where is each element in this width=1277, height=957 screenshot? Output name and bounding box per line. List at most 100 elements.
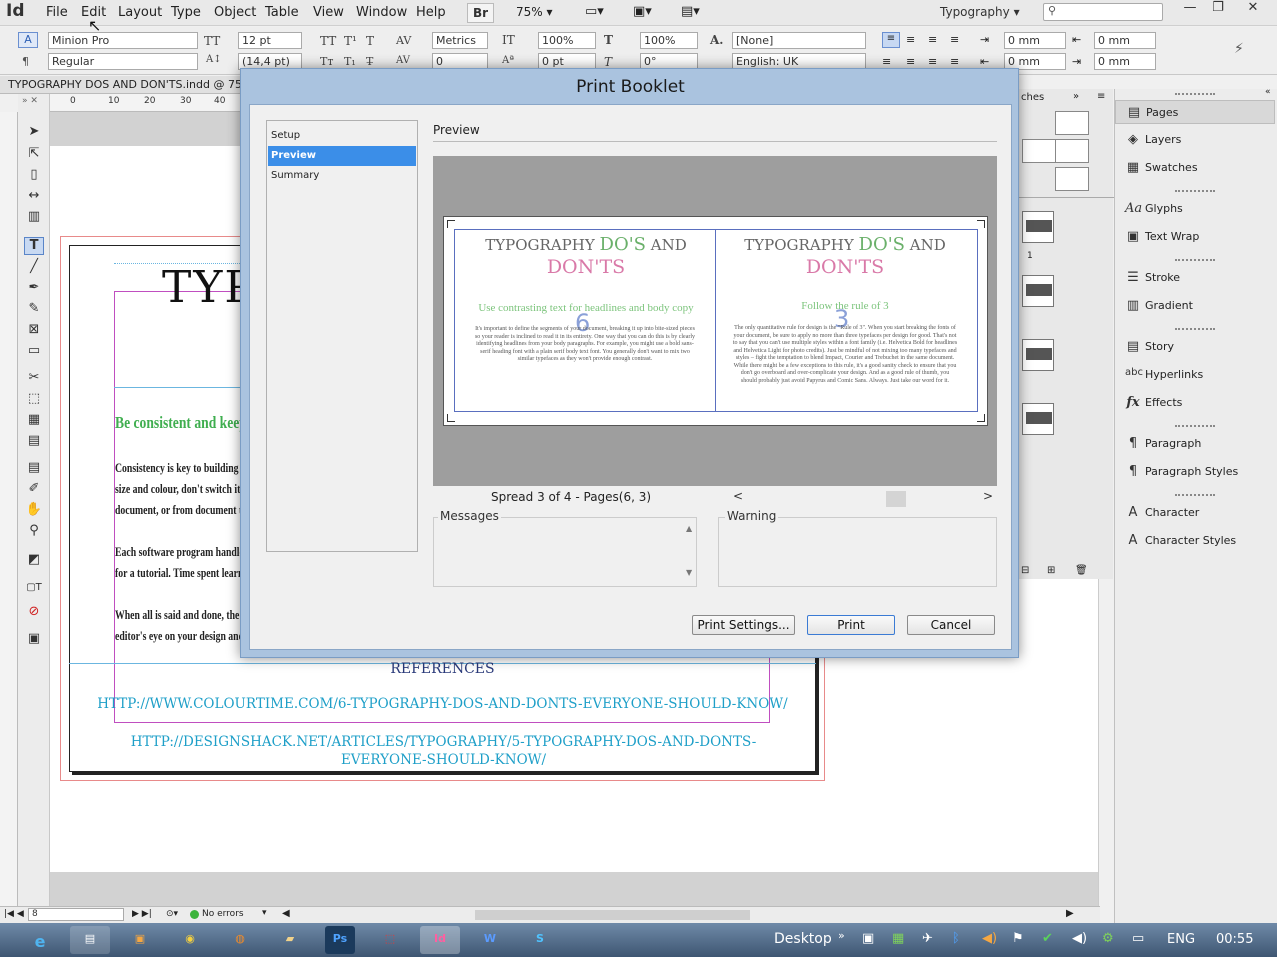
horizontal-scale-field[interactable]: 100% [640,32,698,49]
preflight-icon[interactable]: ⊙▾ [166,909,178,919]
nav-item-setup[interactable]: Setup [268,126,416,146]
panel-collapse-icon[interactable]: » [1073,91,1079,102]
acrobat-icon[interactable]: ⬚ [370,926,410,954]
panel-item-paragraph-styles[interactable]: ¶ Paragraph Styles [1115,460,1277,484]
panel-item-gradient[interactable]: ▥ Gradient [1115,294,1277,318]
print-settings-button[interactable]: Print Settings... [692,615,795,635]
scissors-tool-icon[interactable]: ✂ [24,370,44,388]
panel-item-character[interactable]: A Character [1115,501,1277,525]
panel-item-stroke[interactable]: ☰ Stroke [1115,266,1277,290]
superscript-icon[interactable]: T¹ [344,34,357,48]
panel-item-swatches[interactable]: ▦ Swatches [1115,156,1277,180]
panel-grip[interactable] [1175,494,1215,498]
rectangle-frame-tool-icon[interactable]: ⊠ [24,322,44,340]
scroll-down-icon[interactable]: ▼ [686,568,692,577]
page-thumbnail[interactable] [1022,275,1054,307]
arrange-documents-icon[interactable]: ▤▾ [681,4,700,19]
reference-link[interactable]: HTTP://WWW.COLOURTIME.COM/6-TYPOGRAPHY-D… [69,696,816,712]
panel-menu-icon[interactable]: ≡ [1097,91,1105,102]
align-center-icon[interactable]: ≡ [906,33,915,46]
all-caps-icon[interactable]: TT [320,34,336,48]
media-player-icon[interactable]: ▣ [120,926,160,954]
right-indent-field[interactable]: 0 mm [1094,32,1156,49]
font-size-field[interactable]: 12 pt [238,32,302,49]
type-tool-icon[interactable]: T [24,237,44,255]
page-thumbnail[interactable] [1022,211,1054,243]
scroll-left-icon[interactable]: ◀ [282,908,290,919]
panel-grip[interactable] [1175,328,1215,332]
master-thumbnail[interactable] [1055,167,1089,191]
next-spread-icon[interactable]: > [983,489,993,503]
tray-icon[interactable]: ▣ [862,931,874,946]
folder-icon[interactable]: ▰ [270,926,310,954]
gradient-swatch-tool-icon[interactable]: ▦ [24,412,44,430]
panel-item-layers[interactable]: ◈ Layers [1115,128,1277,152]
character-mode-icon[interactable]: A [18,32,38,48]
preflight-menu-icon[interactable]: ▾ [262,908,267,918]
menu-object[interactable]: Object [214,5,256,20]
kerning-field[interactable]: Metrics [432,32,488,49]
align-right-icon[interactable]: ≡ [928,33,937,46]
photoshop-icon[interactable]: Ps [325,926,355,954]
view-options-icon[interactable]: ▭▾ [585,4,604,19]
apply-none-icon[interactable]: ⊘ [24,604,44,622]
volume-tray-icon[interactable]: ◀) [982,931,997,946]
pen-tool-icon[interactable]: ✒ [24,280,44,298]
fill-stroke-icon[interactable]: ◩ [24,552,44,570]
bridge-button[interactable]: Br [467,3,495,23]
clock[interactable]: 00:55 [1216,932,1253,947]
desktop-toolbar[interactable]: Desktop [774,931,832,947]
minimize-icon[interactable]: — [1175,0,1205,20]
nav-item-summary[interactable]: Summary [268,166,416,186]
align-left-icon[interactable]: ≡ [882,32,900,48]
vertical-scale-field[interactable]: 100% [538,32,596,49]
dock-collapse-icon[interactable]: « [1265,87,1271,97]
underline-icon[interactable]: T [366,34,374,48]
panel-grip[interactable] [1175,425,1215,429]
font-family-field[interactable]: Minion Pro [48,32,198,49]
screen-mode-tool-icon[interactable]: ▣ [24,631,44,649]
panel-grip[interactable] [1175,190,1215,194]
word-icon[interactable]: W [470,926,510,954]
file-explorer-icon[interactable]: ▤ [70,926,110,954]
justify-icon[interactable]: ≡ [950,33,959,46]
quick-apply-icon[interactable]: ⚡ [1234,41,1244,57]
menu-layout[interactable]: Layout [118,5,162,20]
justify-right-icon[interactable]: ≡ [928,55,937,68]
speaker-icon[interactable]: ◀) [1072,931,1087,946]
scroll-up-icon[interactable]: ▲ [686,524,692,533]
justify-center-icon[interactable]: ≡ [906,55,915,68]
menu-type[interactable]: Type [171,5,201,20]
free-transform-tool-icon[interactable]: ⬚ [24,391,44,409]
panel-item-text-wrap[interactable]: ▣ Text Wrap [1115,225,1277,249]
master-thumbnail[interactable] [1055,139,1089,163]
tray-icon[interactable]: ✈ [922,931,933,946]
panel-item-story[interactable]: ▤ Story [1115,335,1277,359]
panel-grip[interactable] [1175,93,1215,97]
horizontal-scroll-thumb[interactable] [475,910,750,920]
small-caps-icon[interactable]: Tт [320,55,333,68]
page-size-icon[interactable]: ⊟ [1021,565,1029,576]
hand-tool-icon[interactable]: ✋ [24,502,44,520]
page-tool-icon[interactable]: ▯ [24,167,44,185]
eyedropper-tool-icon[interactable]: ✐ [24,481,44,499]
gap-tool-icon[interactable]: ↔ [24,188,44,206]
master-thumbnail[interactable] [1055,111,1089,135]
cancel-button[interactable]: Cancel [907,615,995,635]
security-icon[interactable]: ✔ [1042,931,1053,946]
zoom-dropdown[interactable]: 75% ▾ [516,5,553,19]
note-tool-icon[interactable]: ▤ [24,460,44,478]
scroll-right-icon[interactable]: ▶ [1066,908,1074,919]
panel-item-pages[interactable]: ▤ Pages [1115,100,1275,124]
page-thumbnail[interactable] [1022,403,1054,435]
paragraph-mode-icon[interactable]: ¶ [22,55,29,68]
justify-left-icon[interactable]: ≡ [882,55,891,68]
network-icon[interactable]: ▭ [1132,931,1144,946]
panel-item-paragraph[interactable]: ¶ Paragraph [1115,432,1277,456]
panel-item-character-styles[interactable]: A Character Styles [1115,529,1277,553]
indesign-icon[interactable]: Id [420,926,460,954]
menu-view[interactable]: View [313,5,344,20]
panel-grip[interactable] [1175,259,1215,263]
last-line-indent-field[interactable]: 0 mm [1094,53,1156,70]
screen-mode-icon[interactable]: ▣▾ [633,4,652,19]
